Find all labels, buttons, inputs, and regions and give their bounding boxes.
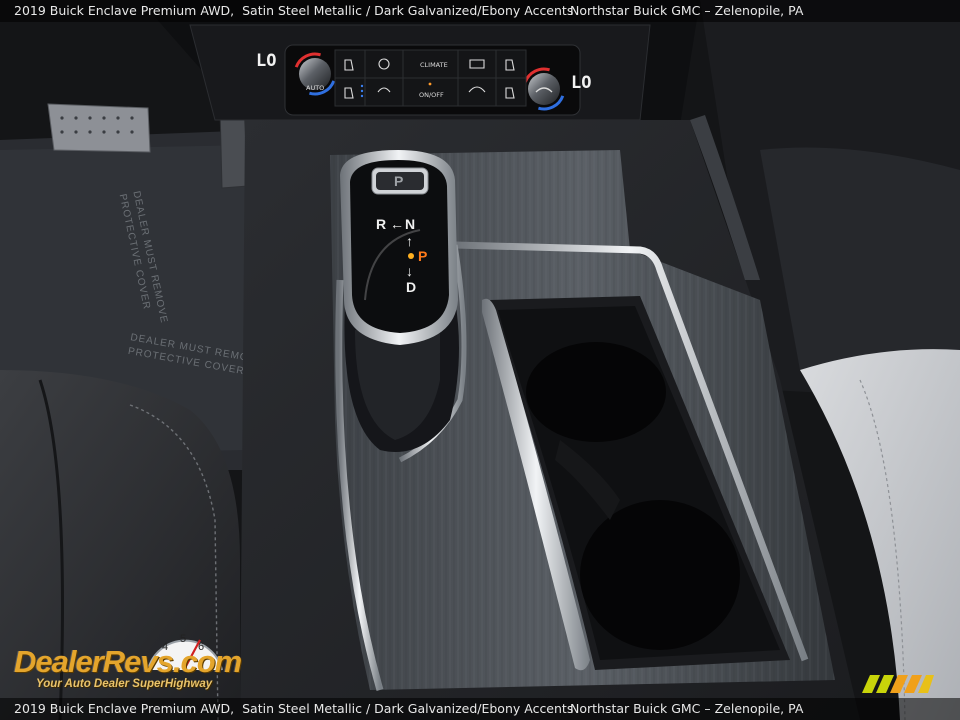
cup-holder-rear <box>580 500 740 650</box>
arrow-left-icon: ← <box>390 216 404 232</box>
cup-holder-front <box>526 342 666 442</box>
left-temp-display: LO <box>256 51 276 71</box>
auto-label: AUTO <box>306 84 324 92</box>
heated-seat-left-button[interactable] <box>334 49 366 79</box>
interior-photo: DEALER MUST REMOVE PROTECTIVE COVER DEAL… <box>0 0 960 720</box>
right-temperature-knob[interactable] <box>528 73 560 105</box>
gear-park-indicator: P <box>418 248 427 264</box>
caption-bar-top: 2019 Buick Enclave Premium AWD, Satin St… <box>0 0 960 22</box>
caption-vehicle-info-bottom: 2019 Buick Enclave Premium AWD, Satin St… <box>14 698 573 720</box>
caption-interior: Dark Galvanized/Ebony Accents <box>374 3 574 18</box>
caption-separator-bottom: / <box>365 701 371 716</box>
corner-stripes-logo <box>862 675 934 693</box>
caption-bar-bottom: 2019 Buick Enclave Premium AWD, Satin St… <box>0 698 960 720</box>
fan-mode-button[interactable] <box>364 77 404 107</box>
cooled-seat-left-button[interactable] <box>334 77 366 107</box>
console-illustration: DEALER MUST REMOVE PROTECTIVE COVER DEAL… <box>0 0 960 720</box>
caption-vehicle: 2019 Buick Enclave Premium AWD, <box>14 3 235 18</box>
caption-separator: / <box>365 3 371 18</box>
climate-label: CLIMATE <box>420 61 448 69</box>
caption-vehicle-bottom: 2019 Buick Enclave Premium AWD, <box>14 701 235 716</box>
dealerrevs-watermark: 4 5 6 DealerRevs.com Your Auto Dealer Su… <box>10 622 270 696</box>
gear-reverse: R <box>376 216 386 232</box>
cooled-seat-right-button[interactable] <box>495 77 527 107</box>
gear-shifter[interactable]: P R ← N ↑ P ↓ D <box>340 150 458 345</box>
arrow-up-icon: ↑ <box>406 233 413 249</box>
watermark-title: DealerRevs.com <box>14 644 242 679</box>
climate-control-panel: AUTO CLIMATE ON/OFF <box>284 44 581 116</box>
caption-exterior: Satin Steel Metallic <box>242 3 362 18</box>
onoff-label: ON/OFF <box>419 91 444 99</box>
park-button-label: P <box>394 173 403 189</box>
heated-seat-right-button[interactable] <box>495 49 527 79</box>
caption-dealer-bottom: Northstar Buick GMC – Zelenopile, PA <box>570 701 804 716</box>
gear-drive: D <box>406 279 416 295</box>
recirc-button[interactable] <box>457 77 497 107</box>
defrost-front-button[interactable] <box>364 49 404 79</box>
watermark-tagline: Your Auto Dealer SuperHighway <box>36 678 213 690</box>
rear-defrost-button[interactable] <box>457 49 497 79</box>
park-indicator-dot <box>408 253 414 259</box>
right-temp-display: LO <box>571 73 591 93</box>
gear-neutral: N <box>405 216 415 232</box>
caption-vehicle-info: 2019 Buick Enclave Premium AWD, Satin St… <box>14 0 573 22</box>
arrow-down-icon: ↓ <box>406 263 413 279</box>
caption-dealer: Northstar Buick GMC – Zelenopile, PA <box>570 3 804 18</box>
caption-interior-bottom: Dark Galvanized/Ebony Accents <box>374 701 574 716</box>
caption-exterior-bottom: Satin Steel Metallic <box>242 701 362 716</box>
